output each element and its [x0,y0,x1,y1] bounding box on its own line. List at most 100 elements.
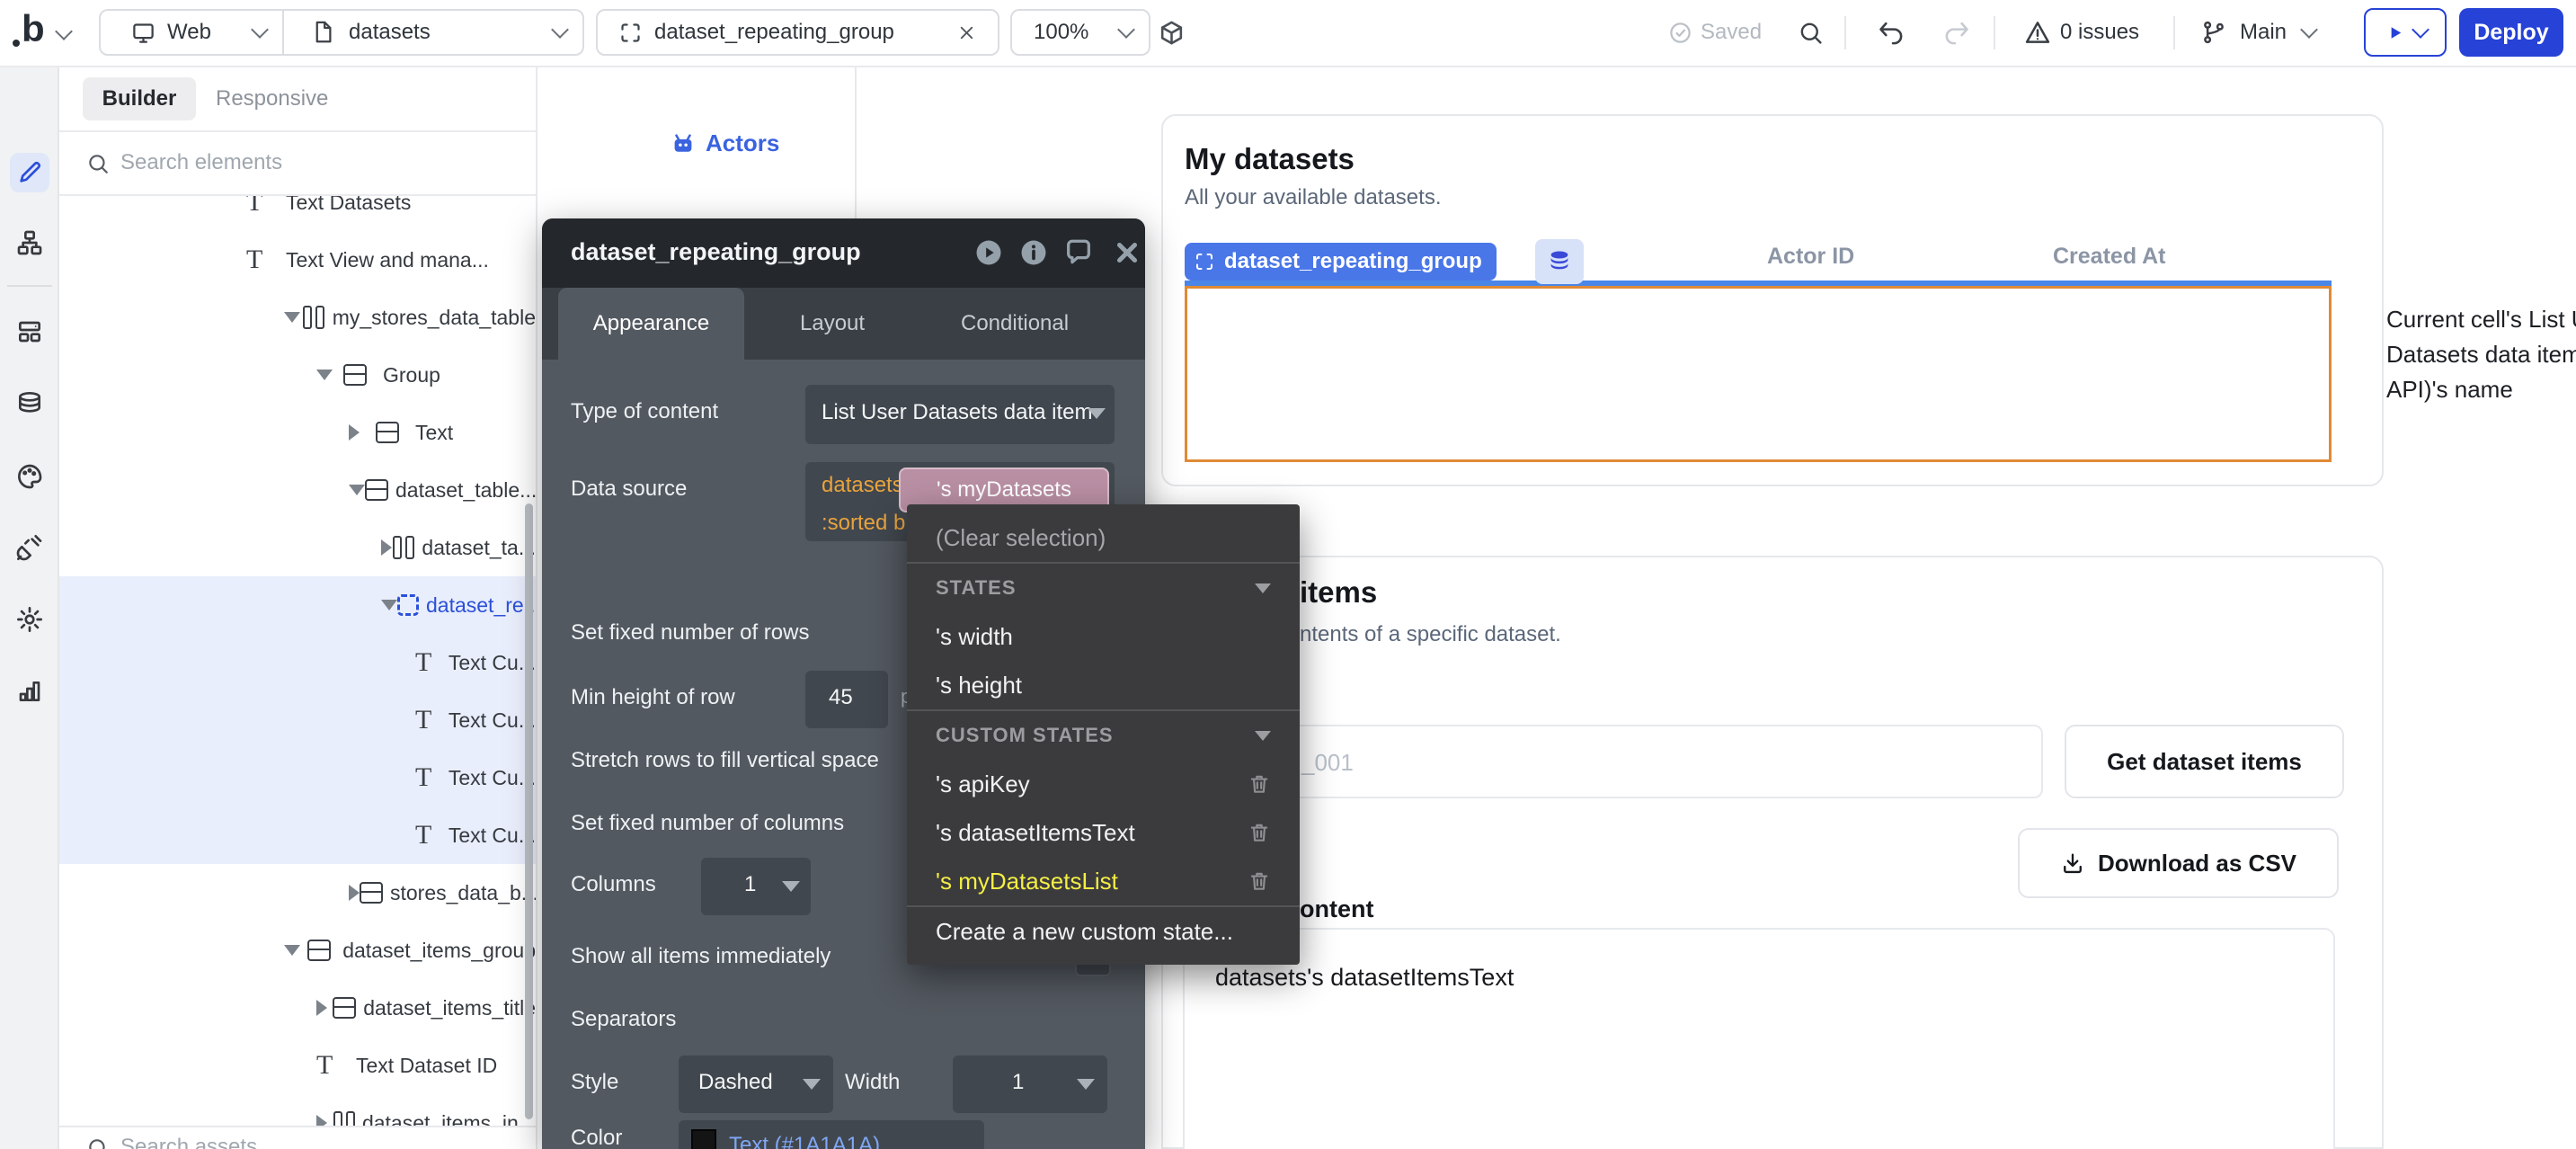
tree-row[interactable]: dataset_ta... [59,519,536,576]
platform-select[interactable]: Web [167,20,211,45]
tree-row[interactable]: Text View and mana... [59,231,536,289]
tree-row[interactable]: Text Datasets [59,196,536,231]
tree-row[interactable]: Text Cu... [59,749,536,806]
bubble-logo[interactable]: b [22,7,45,50]
tree-row[interactable]: Text Dataset ID [59,1037,536,1094]
repeating-group-outline[interactable]: Current cell's List User Datasets data i… [1185,286,2332,462]
download-icon [2060,851,2085,876]
tree-row[interactable]: Text Cu... [59,691,536,749]
tree-row[interactable]: dataset_re... [59,576,536,634]
type-of-content-select[interactable]: List User Datasets data item [805,385,1115,444]
dropdown-item[interactable]: 's datasetItemsText [907,808,1300,857]
pencil-icon[interactable] [15,158,44,187]
page-select[interactable]: datasets [349,20,431,45]
get-dataset-items-button[interactable]: Get dataset items [2065,725,2344,798]
dropdown-item[interactable]: 's height [907,661,1300,709]
dropdown-item[interactable]: STATES [907,562,1300,612]
dropdown-item[interactable]: 's myDatasetsList [907,857,1300,905]
tab-builder[interactable]: Builder [83,77,196,120]
tree-row[interactable]: stores_data_b... [59,864,536,922]
comment-icon[interactable] [1063,237,1094,268]
data-source-chip[interactable] [1535,239,1584,284]
close-tab-icon[interactable] [956,22,977,43]
tree-caret-icon[interactable] [349,485,365,495]
trash-icon[interactable] [1248,869,1271,893]
expression-suffix[interactable]: :sorted b [822,511,905,536]
tree-caret-icon[interactable] [316,1115,333,1126]
tree-row[interactable]: dataset_items_in... [59,1094,536,1126]
tab-conditional[interactable]: Conditional [961,288,1069,360]
tree-caret-icon[interactable] [349,885,360,901]
info-icon[interactable] [1018,237,1049,268]
dropdown-item[interactable]: CUSTOM STATES [907,709,1300,760]
dropdown-item-label: STATES [936,576,1255,600]
branch-chevron-icon[interactable] [2300,21,2318,39]
selected-element-chip[interactable]: dataset_repeating_group [1185,243,1497,281]
redo-icon[interactable] [1943,19,1971,47]
separator-style-select[interactable]: Dashed [679,1055,833,1113]
tree-caret-icon[interactable] [284,945,307,956]
run-play-icon[interactable] [973,237,1004,268]
tab-responsive[interactable]: Responsive [216,77,328,120]
saved-status: Saved [1701,20,1762,45]
tree-row[interactable]: Text Cu... [59,634,536,691]
section-collapse-caret-icon[interactable] [1255,731,1271,741]
property-editor-titlebar[interactable]: dataset_repeating_group [542,218,1145,288]
tree-caret-icon[interactable] [381,600,397,610]
styles-palette-icon[interactable] [15,462,44,491]
zoom-level: 100% [1034,20,1088,45]
columns-select[interactable]: 1 [701,858,811,915]
dropdown-item[interactable]: (Clear selection) [907,513,1300,562]
tab-appearance[interactable]: Appearance [558,288,744,360]
close-icon[interactable] [1112,237,1142,268]
tree-row[interactable]: dataset_items_title [59,979,536,1037]
deploy-button[interactable]: Deploy [2459,8,2563,57]
issues-button[interactable]: 0 issues [2060,20,2139,45]
branch-select[interactable]: Main [2240,20,2287,45]
tree-caret-icon[interactable] [316,370,343,380]
nav-item-actors[interactable]: Actors [670,129,779,157]
trash-icon[interactable] [1248,772,1271,796]
dropdown-item[interactable]: 's apiKey [907,760,1300,808]
element-type-icon [376,422,408,443]
download-csv-button[interactable]: Download as CSV [2018,828,2339,898]
tree-caret-icon[interactable] [349,424,376,441]
separator-color-picker[interactable]: Text (#1A1A1A) [679,1120,984,1149]
section-collapse-caret-icon[interactable] [1255,583,1271,593]
tree-caret-icon[interactable] [381,539,393,556]
separator-width-select[interactable]: 1 [953,1055,1107,1113]
logs-chart-icon[interactable] [15,676,44,705]
tree-row[interactable]: Group [59,346,536,404]
preview-button[interactable] [2364,8,2447,57]
dropdown-item[interactable]: 's width [907,612,1300,661]
dropdown-item[interactable]: Create a new custom state... [907,905,1300,956]
settings-gear-icon[interactable] [15,605,44,634]
tree-row[interactable]: Text [59,404,536,461]
tree-row[interactable]: dataset_table... [59,461,536,519]
tree-row[interactable]: my_stores_data_table [59,289,536,346]
components-icon[interactable] [15,317,44,346]
tree-row-label: my_stores_data_table [333,306,536,330]
tree-row-label: Text Cu... [449,766,536,790]
plugins-plug-icon[interactable] [15,533,44,562]
dataset-content-box[interactable] [1183,928,2335,1149]
expression-prefix[interactable]: datasets [822,473,903,498]
workflow-icon[interactable] [15,228,44,257]
search-elements-field[interactable]: Search elements [59,132,536,196]
undo-icon[interactable] [1877,19,1905,47]
search-assets-field[interactable]: Search assets [59,1126,536,1149]
tree-caret-icon[interactable] [284,312,303,323]
app-menu-chevron-icon[interactable] [55,22,73,40]
tree-row[interactable]: dataset_items_group [59,922,536,979]
tree-row-label: Text Cu... [449,708,536,733]
tab-layout[interactable]: Layout [800,288,865,360]
cube-icon[interactable] [1158,19,1186,47]
tree-caret-icon[interactable] [316,1000,333,1016]
database-icon[interactable] [15,390,44,419]
min-height-input[interactable]: 45 [805,671,888,728]
trash-icon[interactable] [1248,821,1271,844]
tree-row[interactable]: Text Cu... [59,806,536,864]
search-icon[interactable] [1798,20,1824,46]
tree-scrollbar[interactable] [525,503,533,1119]
saved-check-icon [1668,21,1692,45]
